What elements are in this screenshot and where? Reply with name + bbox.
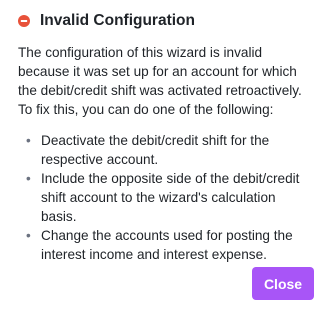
list-item: • Change the accounts used for posting t… [26, 226, 314, 264]
list-item-text: Include the opposite side of the debit/c… [41, 171, 300, 224]
fix-options-list: • Deactivate the debit/credit shift for … [18, 131, 314, 264]
list-item-text: Change the accounts used for posting the… [41, 228, 293, 262]
error-circle-icon [18, 15, 30, 27]
dialog-title: Invalid Configuration [40, 12, 195, 29]
invalid-configuration-dialog: Invalid Configuration The configuration … [0, 0, 330, 317]
close-button[interactable]: Close [252, 267, 314, 300]
list-item-text: Deactivate the debit/credit shift for th… [41, 133, 270, 167]
list-item: • Include the opposite side of the debit… [26, 169, 314, 226]
bullet-icon: • [26, 228, 31, 243]
list-item: • Deactivate the debit/credit shift for … [26, 131, 314, 169]
bullet-icon: • [26, 133, 31, 148]
dialog-message: The configuration of this wizard is inva… [18, 45, 302, 117]
dialog-header: Invalid Configuration [18, 9, 314, 33]
bullet-icon: • [26, 171, 31, 186]
